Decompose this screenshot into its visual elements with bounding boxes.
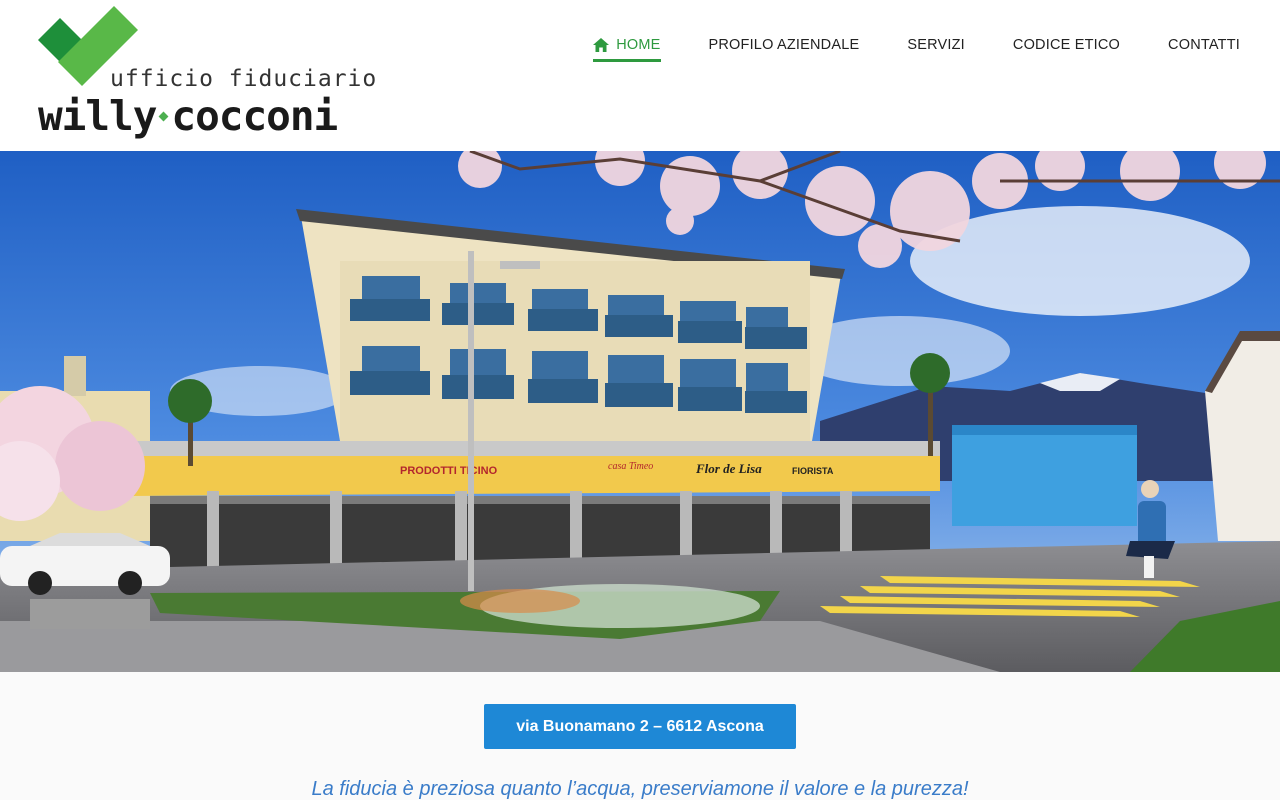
shop-sign-casa-timeo: casa Timeo (608, 461, 653, 472)
nav-home-label: HOME (616, 37, 661, 53)
logo-name-last: cocconi (171, 92, 338, 140)
logo-tagline: ufficio fiduciario (110, 66, 378, 92)
shop-sign-prodotti: PRODOTTI TICINO (400, 465, 498, 477)
address-button[interactable]: via Buonamano 2 – 6612 Ascona (484, 704, 796, 749)
nav-codice-etico[interactable]: CODICE ETICO (1013, 30, 1120, 60)
logo-name-first: willy (38, 92, 157, 140)
nav-servizi-label: SERVIZI (907, 37, 965, 53)
shop-sign-fiorista: FIORISTA (792, 466, 834, 476)
hero-photo-illustration: PRODOTTI TICINO casa Timeo Flor de Lisa … (0, 151, 1280, 672)
site-logo[interactable]: ufficio fiduciario willy cocconi (38, 4, 383, 144)
nav-codice-label: CODICE ETICO (1012, 37, 1121, 53)
nav-contatti[interactable]: CONTATTI (1168, 30, 1240, 60)
logo-dot (158, 111, 169, 121)
nav-home[interactable]: HOME (593, 30, 661, 62)
main-nav: HOME PROFILO AZIENDALE SERVIZI CODICE ET… (593, 30, 1240, 62)
home-icon (593, 38, 610, 52)
hero-image: PRODOTTI TICINO casa Timeo Flor de Lisa … (0, 151, 1280, 672)
motto-text: La fiducia è preziosa quanto l’acqua, pr… (311, 778, 969, 800)
shop-sign-flor-de-lisa: Flor de Lisa (695, 461, 762, 476)
nav-profilo-aziendale[interactable]: PROFILO AZIENDALE (709, 30, 860, 60)
site-header: ufficio fiduciario willy cocconi HOME PRO… (0, 0, 1280, 151)
nav-profilo-label: PROFILO AZIENDALE (708, 37, 860, 53)
logo-brand-name: willy cocconi (38, 92, 338, 140)
nav-contatti-label: CONTATTI (1168, 37, 1240, 53)
nav-servizi[interactable]: SERVIZI (907, 30, 965, 60)
